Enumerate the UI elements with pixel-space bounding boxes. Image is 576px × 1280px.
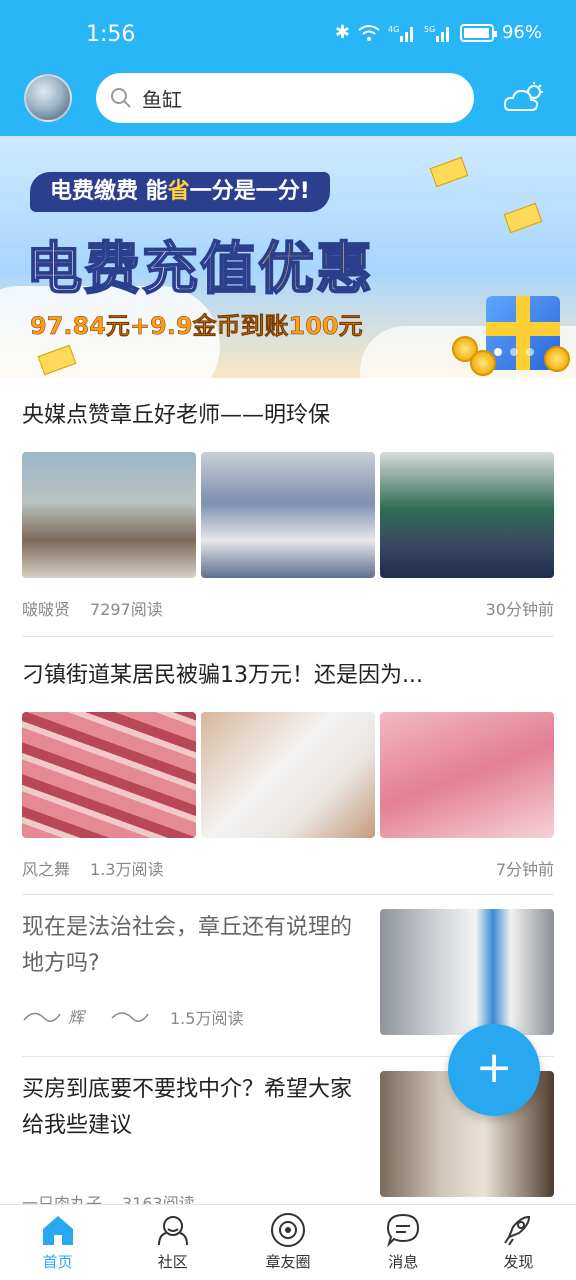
avatar[interactable] — [24, 74, 72, 122]
carousel-dot — [494, 348, 502, 356]
create-post-button[interactable]: + — [448, 1024, 540, 1116]
promo-banner[interactable]: 电费缴费 能省一分是一分! 电费充值优惠 97.84元+9.9金币到账100元 — [0, 136, 576, 378]
bottom-tab-bar: 首页 社区 章友圈 消息 发现 — [0, 1204, 576, 1280]
article-item[interactable]: 央媒点赞章丘好老师——明玲保 啵啵贤 7297阅读 30分钟前 — [22, 398, 554, 620]
article-image[interactable] — [22, 452, 196, 578]
carousel-dot — [526, 348, 534, 356]
banner-title-highlight: 优惠 — [257, 236, 374, 303]
article-time: 7分钟前 — [495, 860, 554, 879]
weather-icon[interactable] — [502, 80, 546, 116]
article-time: 30分钟前 — [485, 600, 554, 619]
tab-label: 消息 — [388, 1253, 419, 1271]
money-bill-decoration — [503, 202, 543, 234]
tab-label: 发现 — [503, 1253, 534, 1271]
article-author[interactable]: 啵啵贤 — [22, 596, 70, 620]
tab-friends-circle[interactable]: 章友圈 — [230, 1205, 345, 1280]
wifi-icon — [358, 24, 380, 41]
article-image[interactable] — [201, 452, 375, 578]
article-thumbnails — [22, 712, 554, 838]
coin-icon — [544, 346, 570, 372]
coin-icon — [470, 350, 496, 376]
battery-icon — [459, 23, 497, 42]
money-bill-decoration — [429, 156, 469, 188]
app-header: 1:56 ✱ 4G 5G 96% 鱼缸 — [0, 0, 576, 136]
article-meta: 啵啵贤 7297阅读 30分钟前 — [22, 596, 554, 620]
tab-messages[interactable]: 消息 — [346, 1205, 461, 1280]
article-reads: 7297阅读 — [90, 600, 163, 619]
article-image[interactable] — [380, 452, 554, 578]
article-image[interactable] — [22, 712, 196, 838]
home-icon — [42, 1216, 73, 1245]
article-thumbnails — [22, 452, 554, 578]
carousel-indicator — [494, 348, 534, 356]
signal-4g-icon: 4G — [388, 25, 413, 42]
tab-label: 章友圈 — [265, 1253, 311, 1271]
banner-tag-highlight: 省 — [167, 179, 190, 204]
svg-text:4G: 4G — [388, 25, 399, 34]
tab-community[interactable]: 社区 — [115, 1205, 230, 1280]
community-icon — [157, 1216, 188, 1246]
banner-tag-text: 电费缴费 能 — [50, 179, 168, 204]
status-time: 1:56 — [86, 22, 136, 47]
author-signature-logo[interactable]: 辉 — [22, 1004, 150, 1030]
tab-home[interactable]: 首页 — [0, 1205, 115, 1280]
status-bar: 1:56 ✱ 4G 5G 96% — [0, 0, 576, 72]
article-title: 刁镇街道某居民被骗13万元！还是因为... — [22, 663, 423, 688]
banner-tag-text-end: 一分是一分! — [189, 179, 310, 204]
banner-tag: 电费缴费 能省一分是一分! — [30, 172, 330, 212]
article-title: 买房到底要不要找中介？希望大家给我些建议 — [22, 1077, 353, 1138]
rocket-icon — [504, 1215, 531, 1246]
article-item[interactable]: 刁镇街道某居民被骗13万元！还是因为... 风之舞 1.3万阅读 7分钟前 — [22, 658, 554, 880]
divider — [22, 636, 554, 637]
carousel-dot — [510, 348, 518, 356]
divider — [22, 894, 554, 895]
article-image[interactable] — [201, 712, 375, 838]
article-reads: 1.3万阅读 — [90, 860, 164, 879]
article-image[interactable] — [380, 909, 554, 1035]
status-icons: ✱ 4G 5G 96% — [335, 22, 542, 43]
article-title: 现在是法治社会，章丘还有说理的地方吗? — [22, 915, 353, 976]
tab-label: 社区 — [157, 1253, 188, 1271]
message-icon — [387, 1213, 420, 1248]
article-reads: 1.5万阅读 — [170, 1009, 244, 1028]
banner-title: 电费充值优惠 — [25, 224, 374, 305]
tab-discover[interactable]: 发现 — [461, 1205, 576, 1280]
article-author[interactable]: 风之舞 — [22, 856, 70, 880]
search-icon — [111, 88, 131, 108]
banner-subtitle: 97.84元+9.9金币到账100元 — [30, 312, 363, 341]
article-meta: 风之舞 1.3万阅读 7分钟前 — [22, 856, 554, 880]
article-title: 央媒点赞章丘好老师——明玲保 — [22, 403, 331, 428]
search-bar[interactable]: 鱼缸 — [96, 73, 474, 123]
tab-label: 首页 — [42, 1253, 73, 1271]
signal-5g-icon: 5G — [424, 25, 449, 42]
article-image[interactable] — [380, 712, 554, 838]
search-placeholder: 鱼缸 — [142, 87, 182, 112]
banner-title-main: 电费充值 — [25, 236, 258, 303]
battery-percent: 96% — [501, 22, 542, 43]
circle-icon — [271, 1213, 305, 1247]
svg-text:5G: 5G — [424, 25, 435, 34]
bluetooth-icon: ✱ — [334, 22, 350, 43]
article-author: 辉 — [68, 1008, 87, 1027]
